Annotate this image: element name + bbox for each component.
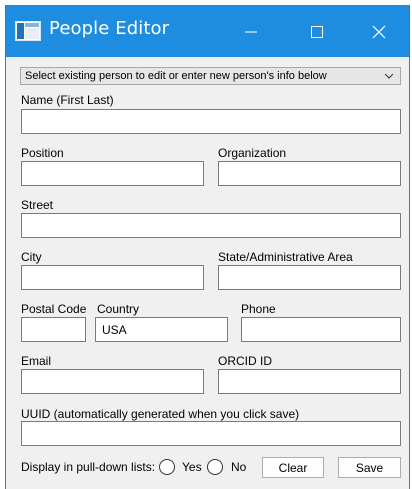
name-field[interactable] [21,109,401,134]
country-label: Country [97,302,140,316]
organization-field[interactable] [218,161,401,186]
country-field[interactable] [95,317,228,342]
display-yes-radio[interactable] [159,459,175,475]
orcid-label: ORCID ID [218,354,272,368]
city-field[interactable] [21,265,204,290]
email-field[interactable] [21,369,204,394]
save-button[interactable]: Save [338,457,401,478]
phone-field[interactable] [241,317,401,342]
close-button[interactable] [356,5,402,57]
close-icon [372,25,386,39]
minimize-icon [245,31,257,33]
no-label[interactable]: No [231,460,246,474]
title-bar[interactable]: People Editor [6,5,409,57]
position-field[interactable] [21,161,204,186]
person-select-value: Select existing person to edit or enter … [25,70,327,82]
city-label: City [21,250,42,264]
display-no-radio[interactable] [207,459,223,475]
phone-label: Phone [241,302,276,316]
street-field[interactable] [21,213,401,238]
window-title: People Editor [49,18,170,39]
uuid-label: UUID (automatically generated when you c… [21,407,300,421]
state-label: State/Administrative Area [218,250,353,264]
name-label: Name (First Last) [21,93,114,107]
display-in-lists-label: Display in pull-down lists: [21,460,156,474]
maximize-button[interactable] [294,5,340,57]
yes-label[interactable]: Yes [182,460,202,474]
postal-code-label: Postal Code [21,302,87,316]
state-field[interactable] [218,265,401,290]
maximize-icon [311,26,323,38]
minimize-button[interactable] [228,5,274,57]
chevron-down-icon [384,73,394,79]
street-label: Street [21,198,54,212]
postal-code-field[interactable] [21,317,86,342]
clear-button[interactable]: Clear [262,457,324,478]
position-label: Position [21,146,64,160]
people-editor-window: People Editor Select existing person to … [5,5,410,489]
app-window-icon [15,21,41,41]
uuid-field[interactable] [21,421,401,446]
email-label: Email [21,354,52,368]
person-select-dropdown[interactable]: Select existing person to edit or enter … [20,67,401,85]
organization-label: Organization [218,146,287,160]
orcid-field[interactable] [218,369,401,394]
